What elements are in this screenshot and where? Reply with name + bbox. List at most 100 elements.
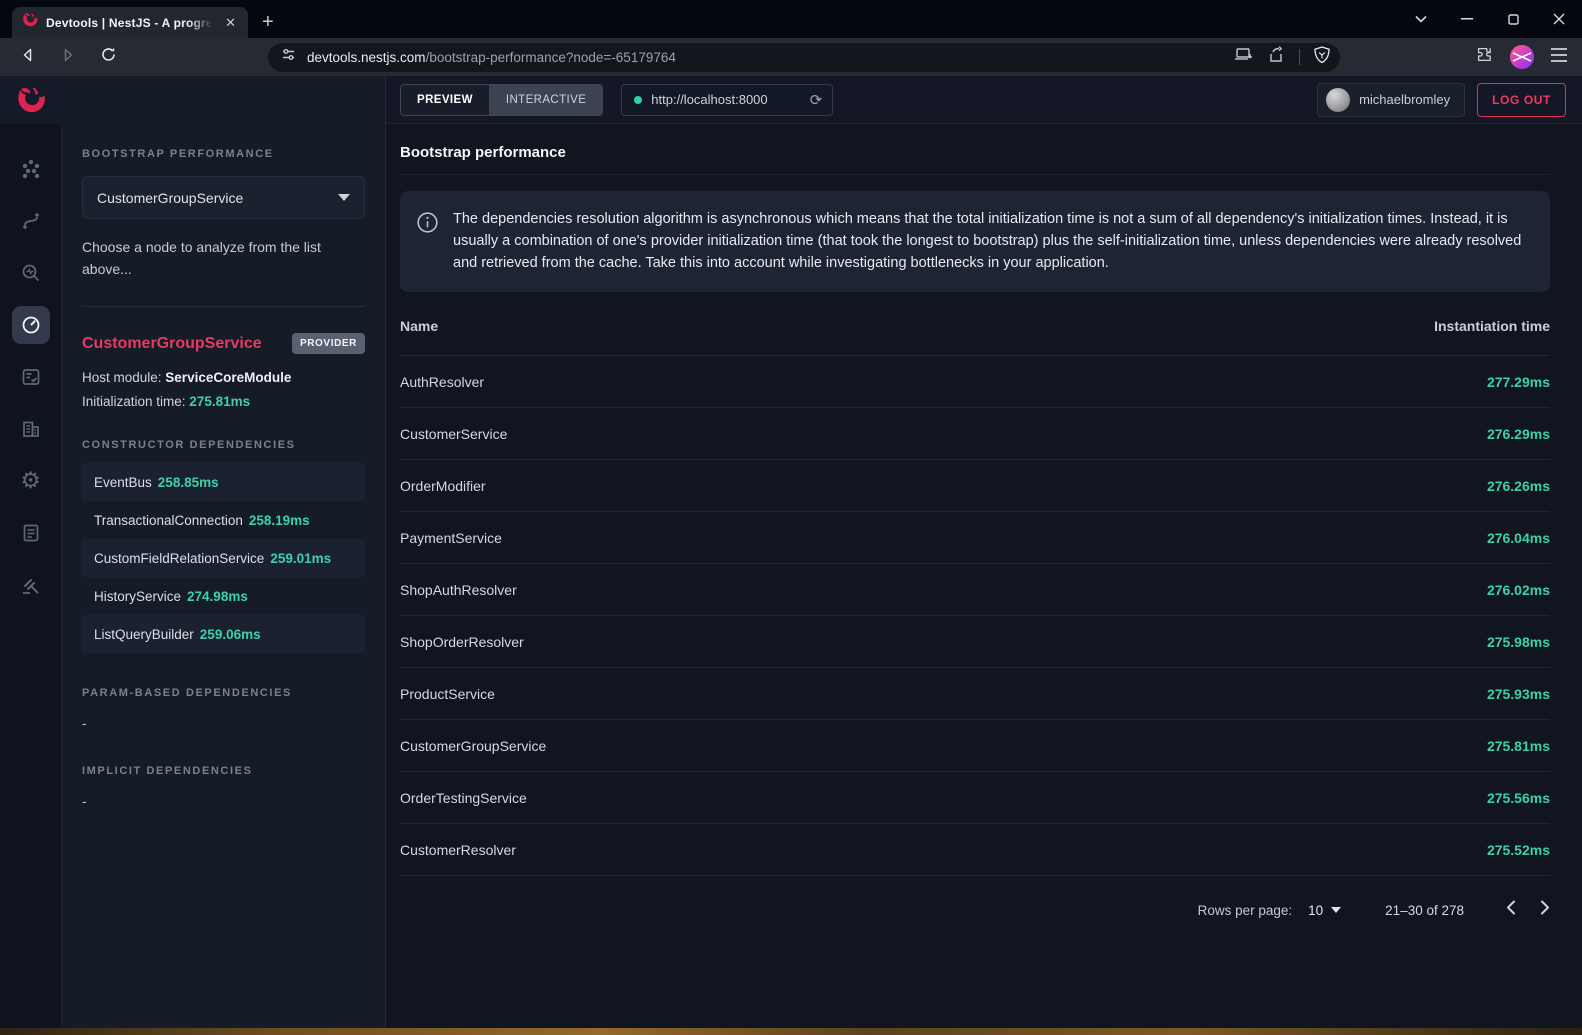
scan-icon[interactable] (12, 254, 50, 292)
send-to-device-icon[interactable] (1234, 47, 1253, 67)
row-time: 275.56ms (1487, 790, 1550, 806)
dependency-name: EventBus (94, 475, 152, 490)
dependency-name: ListQueryBuilder (94, 627, 194, 642)
row-time: 275.81ms (1487, 738, 1550, 754)
back-icon[interactable] (16, 47, 40, 68)
table-row[interactable]: OrderTestingService 275.56ms (400, 772, 1550, 824)
extensions-icon[interactable] (1475, 45, 1494, 69)
dependency-item[interactable]: EventBus 258.85ms (82, 463, 365, 501)
chevron-down-icon (338, 194, 350, 201)
table-row[interactable]: AuthResolver 277.29ms (400, 356, 1550, 408)
dependency-item[interactable]: CustomFieldRelationService 259.01ms (82, 539, 365, 577)
provider-badge: PROVIDER (292, 333, 365, 354)
refresh-icon[interactable]: ⟳ (810, 91, 823, 109)
row-name: AuthResolver (400, 374, 1487, 390)
dependency-item[interactable]: ListQueryBuilder 259.06ms (82, 615, 365, 653)
row-name: OrderTestingService (400, 790, 1487, 806)
desktop-wallpaper-strip (0, 1028, 1582, 1035)
nestjs-logo[interactable] (0, 76, 62, 124)
minimize-icon[interactable] (1444, 0, 1490, 38)
row-time: 276.26ms (1487, 478, 1550, 494)
row-time: 276.02ms (1487, 582, 1550, 598)
row-name: CustomerGroupService (400, 738, 1487, 754)
modules-icon[interactable] (12, 410, 50, 448)
preview-tab[interactable]: PREVIEW (401, 85, 489, 115)
tab-search-chevron-icon[interactable] (1398, 0, 1444, 38)
rows-per-page-select[interactable]: 10 (1308, 903, 1341, 918)
table-row[interactable]: ShopOrderResolver 275.98ms (400, 616, 1550, 668)
dependency-time: 258.19ms (249, 513, 310, 528)
dependency-item[interactable]: TransactionalConnection 258.19ms (82, 501, 365, 539)
nav-rail: ⚙ (0, 76, 62, 1028)
init-time-value: 275.81ms (189, 394, 250, 409)
node-select-value: CustomerGroupService (97, 190, 338, 206)
table-body: AuthResolver 277.29ms CustomerService 27… (400, 356, 1550, 876)
browser-tab[interactable]: Devtools | NestJS - A progressive ✕ (12, 7, 248, 38)
bootstrap-performance-page: Bootstrap performance The dependencies r… (386, 124, 1582, 1028)
table-row[interactable]: ShopAuthResolver 276.02ms (400, 564, 1550, 616)
dependency-time: 274.98ms (187, 589, 248, 604)
logout-button[interactable]: LOG OUT (1477, 83, 1566, 117)
audit-icon[interactable] (12, 358, 50, 396)
rows-per-page-label: Rows per page: (1198, 903, 1293, 918)
settings-icon[interactable]: ⚙ (12, 462, 50, 500)
new-tab-button[interactable]: + (262, 11, 274, 34)
forward-icon[interactable] (56, 47, 80, 68)
table-row[interactable]: OrderModifier 276.26ms (400, 460, 1550, 512)
user-chip[interactable]: michaelbromley (1317, 83, 1465, 117)
page-title: Bootstrap performance (400, 144, 1550, 161)
node-select-hint: Choose a node to analyze from the list a… (82, 237, 365, 280)
row-name: OrderModifier (400, 478, 1487, 494)
site-controls-icon[interactable] (280, 46, 297, 68)
url-text: devtools.nestjs.com/bootstrap-performanc… (307, 50, 1234, 65)
dependency-time: 258.85ms (158, 475, 219, 490)
constructor-deps-title: CONSTRUCTOR DEPENDENCIES (82, 439, 365, 451)
rows-per-page-value: 10 (1308, 903, 1323, 918)
table-row[interactable]: CustomerResolver 275.52ms (400, 824, 1550, 876)
docs-icon[interactable] (12, 514, 50, 552)
param-deps-empty: - (82, 715, 365, 731)
url-bar[interactable]: devtools.nestjs.com/bootstrap-performanc… (268, 43, 1340, 72)
instantiation-table: Name Instantiation time AuthResolver 277… (400, 296, 1550, 876)
sandbox-icon[interactable] (12, 566, 50, 604)
dependency-name: HistoryService (94, 589, 181, 604)
url-domain: devtools.nestjs.com (307, 50, 426, 65)
close-window-icon[interactable] (1536, 0, 1582, 38)
reload-icon[interactable] (96, 46, 120, 68)
interactive-tab[interactable]: INTERACTIVE (489, 85, 602, 115)
next-page-icon[interactable] (1540, 900, 1550, 920)
user-avatar (1326, 88, 1350, 112)
row-name: ShopAuthResolver (400, 582, 1487, 598)
table-row[interactable]: CustomerGroupService 275.81ms (400, 720, 1550, 772)
table-row[interactable]: PaymentService 276.04ms (400, 512, 1550, 564)
table-row[interactable]: CustomerService 276.29ms (400, 408, 1550, 460)
share-icon[interactable] (1267, 46, 1285, 68)
divider (400, 174, 1550, 175)
row-time: 275.93ms (1487, 686, 1550, 702)
toolbar-separator (1299, 49, 1300, 65)
performance-icon[interactable] (12, 306, 50, 344)
implicit-deps-title: IMPLICIT DEPENDENCIES (82, 765, 365, 777)
maximize-icon[interactable] (1490, 0, 1536, 38)
table-row[interactable]: ProductService 275.93ms (400, 668, 1550, 720)
dependency-item[interactable]: HistoryService 274.98ms (82, 577, 365, 615)
constructor-deps-list: EventBus 258.85ms TransactionalConnectio… (82, 463, 365, 653)
row-time: 276.29ms (1487, 426, 1550, 442)
browser-profile-avatar[interactable] (1510, 45, 1534, 69)
analysis-panel: BOOTSTRAP PERFORMANCE CustomerGroupServi… (62, 76, 386, 1028)
brave-shield-icon[interactable] (1314, 46, 1330, 69)
graph-icon[interactable] (12, 150, 50, 188)
info-icon (416, 211, 439, 274)
previous-page-icon[interactable] (1506, 900, 1516, 920)
routes-icon[interactable] (12, 202, 50, 240)
column-name: Name (400, 318, 1434, 334)
menu-icon[interactable] (1550, 48, 1568, 67)
tab-close-icon[interactable]: ✕ (221, 14, 240, 31)
row-name: CustomerResolver (400, 842, 1487, 858)
node-select[interactable]: CustomerGroupService (82, 176, 365, 219)
url-path: /bootstrap-performance?node=-65179764 (426, 50, 676, 65)
target-url-input[interactable]: http://localhost:8000 ⟳ (621, 84, 833, 116)
column-instantiation-time: Instantiation time (1434, 318, 1550, 334)
selected-node-name: CustomerGroupService (82, 335, 262, 353)
caret-down-icon (1331, 907, 1341, 913)
